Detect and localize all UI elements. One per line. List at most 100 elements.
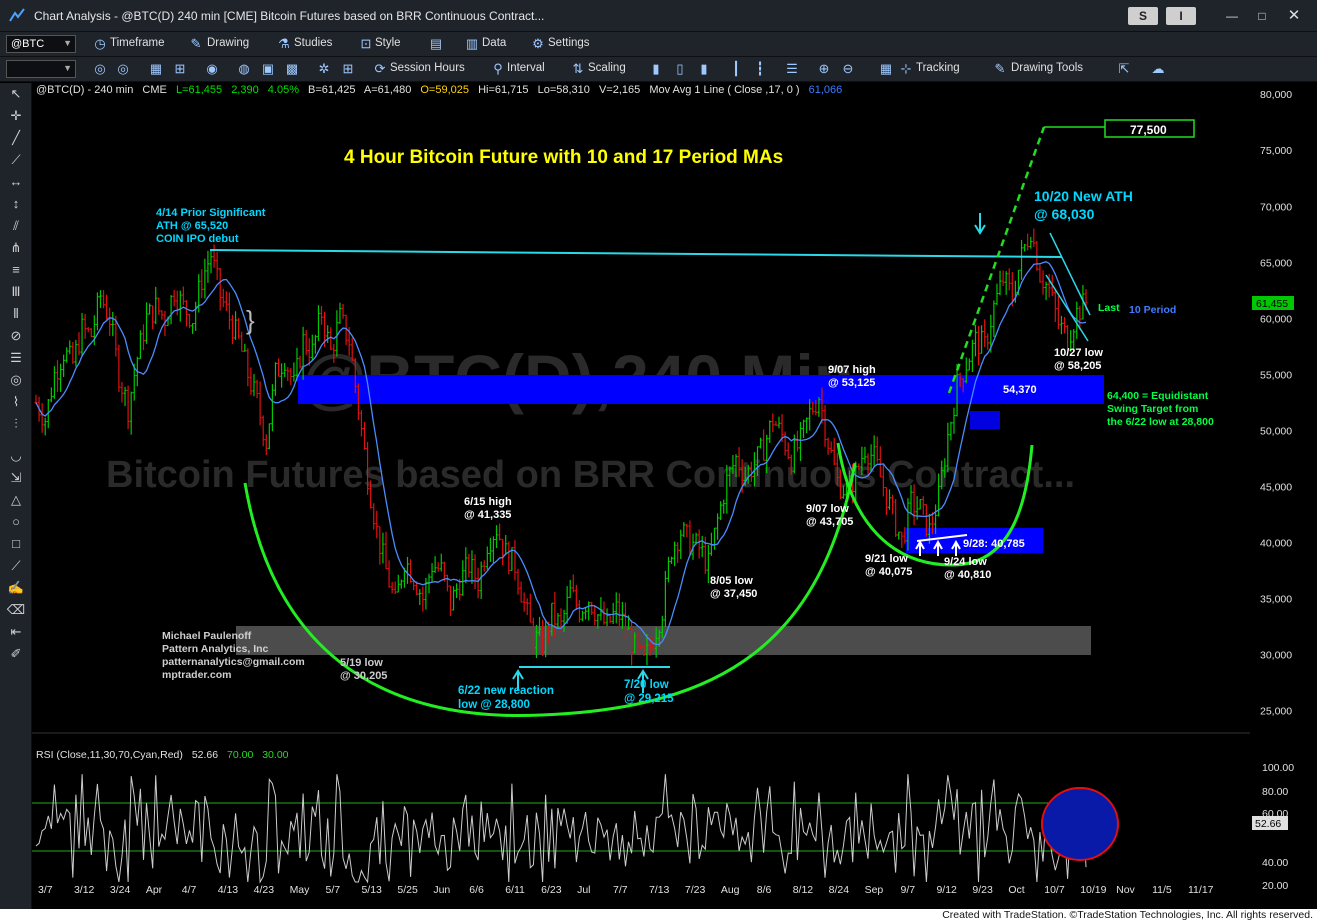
table-icon[interactable]: ☰ [784,61,800,77]
header-exchange: CME [142,84,166,96]
grid-small-icon[interactable]: ⊞ [340,61,356,77]
header-open: O=59,025 [420,84,469,96]
cycle-tool-icon[interactable]: ◎ [6,371,26,389]
candle-icon[interactable]: ▯ [672,61,688,77]
studies-menu[interactable]: Studies [294,37,332,49]
symbol-input[interactable]: @BTC ▼ [6,35,76,53]
ellipse-tool-icon[interactable]: ○ [6,513,26,531]
fib-ext-tool-icon[interactable]: Ⅲ [6,283,26,301]
chart-title: 4 Hour Bitcoin Future with 10 and 17 Per… [344,147,783,168]
gann-tool-icon[interactable]: ⊘ [6,327,26,345]
x-tick-label: Jul [577,884,590,896]
watermark-description: Bitcoin Futures based on BRR Continuous … [106,454,1075,496]
layout-icon[interactable]: ▤ [428,36,444,52]
drawing-tools-menu[interactable]: Drawing Tools [1011,62,1083,74]
vertical-line-tool-icon[interactable]: ↕ [6,195,26,213]
chevron-down-icon[interactable]: ▼ [63,38,72,48]
fib-time-tool-icon[interactable]: ⦀ [6,305,26,323]
x-tick-label: Jun [433,884,450,896]
x-tick-label: 8/12 [793,884,814,896]
color-icon[interactable]: ◍ [236,61,252,77]
interval-menu[interactable]: Interval [507,62,545,74]
crosshair-icon[interactable]: ▦ [878,61,894,77]
regression-tool-icon[interactable]: ⫶ [6,415,26,433]
grid-icon[interactable]: ▦ [148,61,164,77]
triangle-tool-icon[interactable]: △ [6,491,26,509]
annotation: 9/28: 40,785 [963,538,1025,550]
eraser-tool-icon[interactable]: ⌫ [6,601,26,619]
minimize-button[interactable]: — [1222,7,1242,25]
settings-small-icon[interactable]: ✲ [316,61,332,77]
settings-menu[interactable]: Settings [548,37,590,49]
bar-chart-icon[interactable]: ▮ [648,61,664,77]
horizontal-line-tool-icon[interactable]: ↔ [6,173,26,191]
maximize-button[interactable]: □ [1252,7,1272,25]
x-tick-label: 11/5 [1152,884,1172,896]
style-menu[interactable]: Style [375,37,401,49]
speed-line-tool-icon[interactable]: ☰ [6,349,26,367]
x-tick-label: 5/7 [326,884,341,896]
x-tick-label: 4/7 [182,884,197,896]
bars-icon[interactable]: ▩ [284,61,300,77]
x-tick-label: Nov [1116,884,1135,896]
crosshair-tool-icon[interactable]: ✛ [6,107,26,125]
x-tick-label: Oct [1008,884,1024,896]
price-chart[interactable]: @BTC(D) - 240 min CME L=61,455 2,390 4.0… [32,83,1317,909]
tracking-menu[interactable]: Tracking [916,62,960,74]
arrow-tool-icon[interactable]: ⇲ [6,469,26,487]
ohlc-icon[interactable]: ▮ [696,61,712,77]
x-tick-label: 9/23 [972,884,993,896]
header-movavg-value: 61,066 [809,84,843,96]
x-tick-label: 6/11 [505,884,525,896]
andrews-tool-icon[interactable]: ⌇ [6,393,26,411]
zoom-in-icon[interactable]: ⊕ [816,61,832,77]
cloud-icon[interactable]: ☁ [1150,61,1166,77]
annotation: @ 68,030 [1034,206,1095,222]
pointer-tool-icon[interactable]: ↖ [6,85,26,103]
header-volume: V=2,165 [599,84,640,96]
i-menu-button[interactable]: I [1166,7,1196,25]
zoom-out-icon[interactable]: ⊖ [840,61,856,77]
chart-icon[interactable]: ⊞ [172,61,188,77]
credit-email: patternanalytics@gmail.com [162,656,305,668]
scaling-menu[interactable]: Scaling [588,62,626,74]
close-button[interactable]: ✕ [1284,7,1304,25]
trendline-tool-icon[interactable]: ╱ [6,129,26,147]
x-tick-label: 9/7 [901,884,916,896]
target-icon[interactable]: ◉ [204,61,220,77]
pitchfork-tool-icon[interactable]: ⋔ [6,239,26,257]
x-tick-label: 10/19 [1080,884,1106,896]
data-menu[interactable]: Data [482,37,506,49]
annotation: 64,400 = Equidistant [1107,390,1209,402]
refresh-icon[interactable]: ◎ [92,61,108,77]
snap-tool-icon[interactable]: ⇤ [6,623,26,641]
session-hours-menu[interactable]: Session Hours [390,62,465,74]
timeframe-menu[interactable]: Timeframe [110,37,165,49]
highlighter-tool-icon[interactable]: ✍ [6,579,26,597]
y-tick-label: 60,000 [1260,313,1292,325]
x-tick-label: 3/12 [74,884,95,896]
interval-input[interactable]: ▼ [6,60,76,78]
drawing-menu[interactable]: Drawing [207,37,249,49]
ruler-tool-icon[interactable]: ⟋ [6,557,26,575]
rsi-value: 52.66 [192,749,218,761]
line-icon[interactable]: ┃ [728,61,744,77]
rectangle-tool-icon[interactable]: □ [6,535,26,553]
sync-icon[interactable]: ◎ [115,61,131,77]
annotation: low @ 28,800 [458,699,530,711]
arc-tool-icon[interactable]: ◡ [6,447,26,465]
rsi-label: RSI (Close,11,30,70,Cyan,Red) 52.66 70.0… [36,749,289,761]
dot-icon[interactable]: ┇ [752,61,768,77]
image-icon[interactable]: ▣ [260,61,276,77]
fibonacci-tool-icon[interactable]: ≡ [6,261,26,279]
rsi-tick: 100.00 [1262,762,1294,774]
ray-tool-icon[interactable]: ⟋ [6,151,26,169]
chevron-down-icon[interactable]: ▼ [63,63,72,73]
annotation: 9/24 low [944,556,987,568]
s-menu-button[interactable]: S [1128,7,1158,25]
export-icon[interactable]: ⇱ [1116,61,1132,77]
paint-tool-icon[interactable]: ✐ [6,645,26,663]
channel-tool-icon[interactable]: ⫽ [6,217,26,235]
brace-mark: } [246,305,255,335]
x-tick-label: Aug [721,884,740,896]
